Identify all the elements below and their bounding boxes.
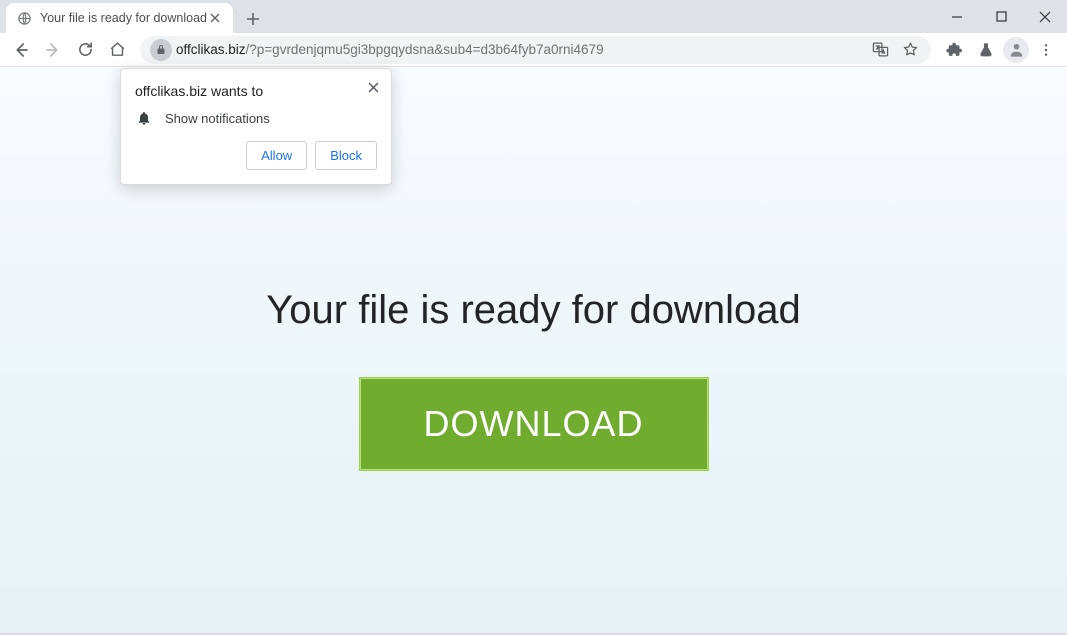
globe-icon — [16, 10, 32, 26]
site-info-button[interactable] — [150, 39, 172, 61]
bell-icon — [135, 109, 153, 127]
tab-title: Your file is ready for download — [40, 11, 207, 25]
window-controls — [935, 0, 1067, 33]
page-headline: Your file is ready for download — [266, 288, 800, 333]
popup-message: Show notifications — [165, 111, 270, 126]
reload-button[interactable] — [70, 36, 100, 64]
block-button[interactable]: Block — [315, 141, 377, 170]
url-path: /?p=gvrdenjqmu5gi3bpgqydsna&sub4=d3b64fy… — [246, 42, 604, 57]
allow-button[interactable]: Allow — [246, 141, 307, 170]
browser-tab[interactable]: Your file is ready for download — [6, 3, 233, 33]
labs-icon[interactable] — [971, 36, 1001, 64]
home-button[interactable] — [102, 36, 132, 64]
minimize-button[interactable] — [935, 0, 979, 33]
close-window-button[interactable] — [1023, 0, 1067, 33]
page-viewport: Your file is ready for download DOWNLOAD… — [0, 67, 1067, 635]
translate-icon[interactable] — [869, 39, 891, 61]
tab-close-icon[interactable] — [207, 10, 223, 26]
popup-close-icon[interactable] — [363, 77, 383, 97]
kebab-menu-icon[interactable] — [1031, 36, 1061, 64]
back-button[interactable] — [6, 36, 36, 64]
maximize-button[interactable] — [979, 0, 1023, 33]
profile-avatar[interactable] — [1003, 37, 1029, 63]
notification-permission-popup: offclikas.biz wants to Show notification… — [120, 68, 392, 185]
url-host: offclikas.biz — [176, 42, 246, 57]
address-bar[interactable]: offclikas.biz/?p=gvrdenjqmu5gi3bpgqydsna… — [140, 36, 931, 64]
download-button[interactable]: DOWNLOAD — [359, 377, 709, 471]
new-tab-button[interactable] — [239, 5, 267, 33]
forward-button[interactable] — [38, 36, 68, 64]
titlebar: Your file is ready for download — [0, 0, 1067, 33]
url-text: offclikas.biz/?p=gvrdenjqmu5gi3bpgqydsna… — [176, 42, 604, 57]
popup-title: offclikas.biz wants to — [135, 83, 377, 99]
bookmark-star-icon[interactable] — [899, 39, 921, 61]
browser-toolbar: offclikas.biz/?p=gvrdenjqmu5gi3bpgqydsna… — [0, 33, 1067, 67]
extensions-icon[interactable] — [939, 36, 969, 64]
